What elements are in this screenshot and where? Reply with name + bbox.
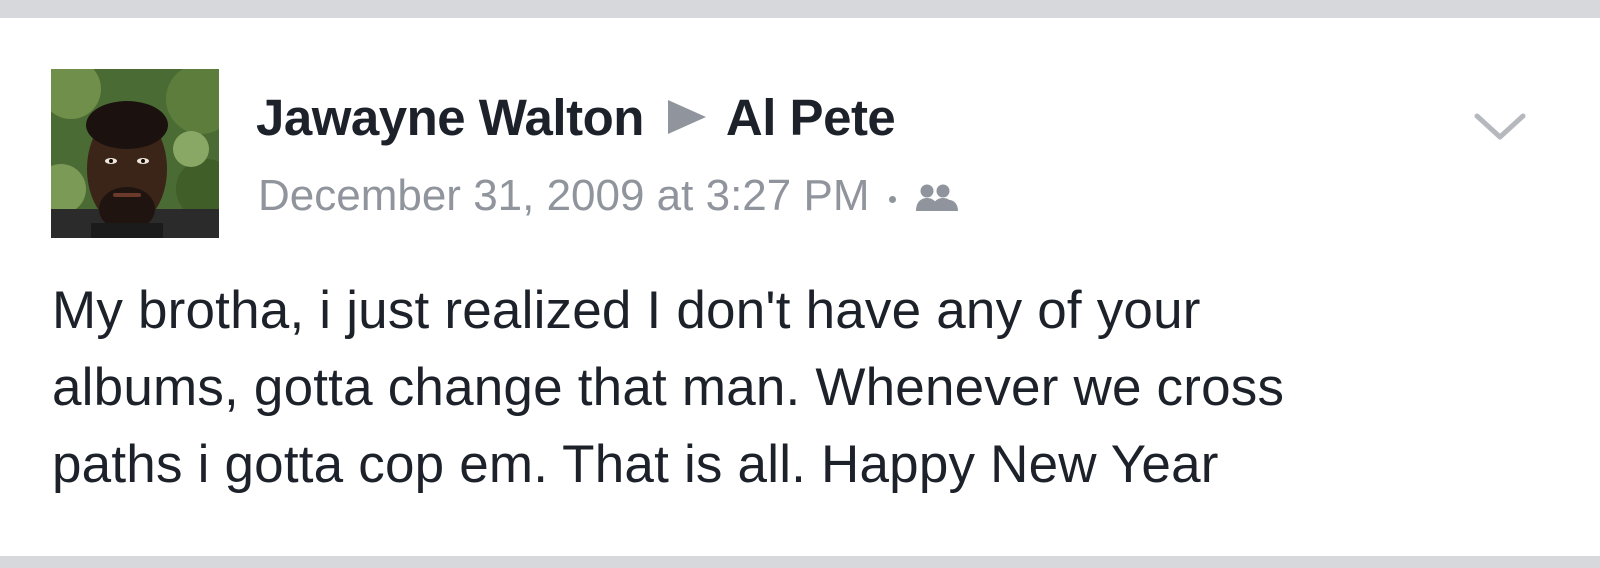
top-divider (0, 0, 1600, 18)
post-header: Jawayne Walton Al Pete (256, 82, 896, 152)
timestamp[interactable]: December 31, 2009 at 3:27 PM (258, 171, 869, 221)
bottom-divider (0, 556, 1600, 568)
friends-icon[interactable] (914, 174, 960, 224)
post-body-line: My brotha, i just realized I don't have … (52, 281, 1201, 340)
profile-photo (51, 69, 219, 238)
arrow-right-icon (667, 100, 706, 134)
post-body-line: paths i gotta cop em. That is all. Happy… (52, 435, 1219, 494)
post-body: My brotha, i just realized I don't have … (52, 272, 1552, 503)
separator-dot (889, 195, 897, 203)
avatar[interactable] (51, 69, 219, 238)
author-name[interactable]: Jawayne Walton (256, 88, 644, 147)
post-body-line: albums, gotta change that man. Whenever … (52, 358, 1285, 417)
recipient-name[interactable]: Al Pete (726, 88, 896, 147)
chevron-down-icon[interactable] (1472, 108, 1528, 144)
post-card: Jawayne Walton Al Pete December 31, 2009… (0, 0, 1600, 568)
post-meta: December 31, 2009 at 3:27 PM (258, 166, 960, 226)
